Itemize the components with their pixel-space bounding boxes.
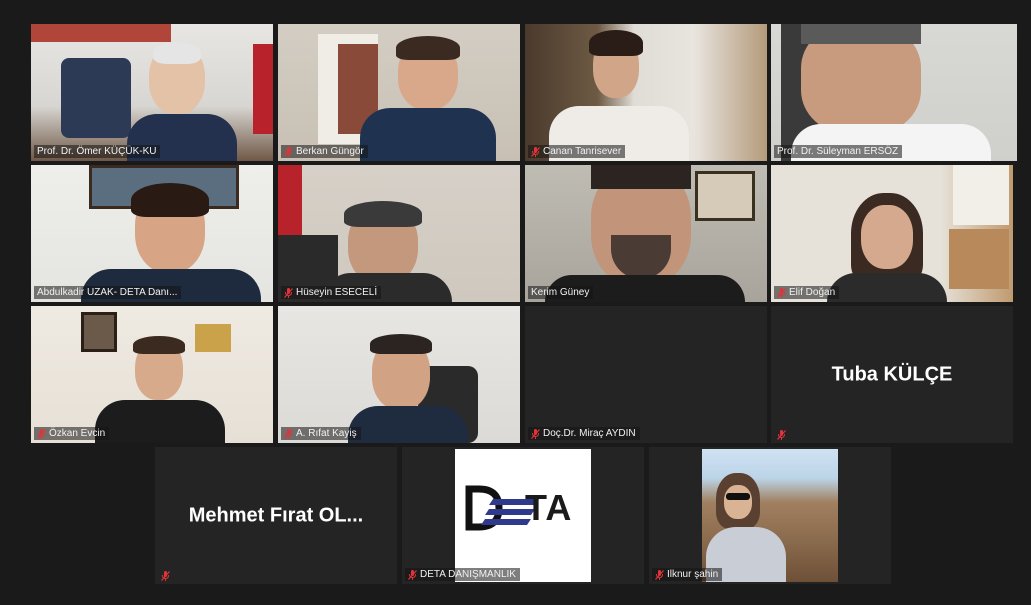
mic-muted-icon <box>531 146 540 157</box>
video-tile[interactable]: Özkan Evcin <box>31 306 273 443</box>
video-tile[interactable]: Kerim Güney <box>525 165 767 302</box>
video-tile-active-speaker[interactable]: Prof. Dr. Süleyman ERSÖZ <box>771 24 1017 161</box>
participant-display-name: Tuba KÜLÇE <box>831 363 953 385</box>
participant-name: Ilknur şahin <box>652 568 723 581</box>
participant-name: Canan Tanrisever <box>528 145 626 158</box>
participant-name: A. Rıfat Kayiş <box>281 427 361 440</box>
mic-muted-icon <box>161 571 170 581</box>
participant-name: DETA DANIŞMANLIK <box>405 568 520 581</box>
video-tile[interactable]: Abdulkadir UZAK- DETA Danı... <box>31 165 273 302</box>
video-tile[interactable]: Mehmet Fırat OL... <box>155 447 397 584</box>
participant-name: Prof. Dr. Süleyman ERSÖZ <box>774 145 903 158</box>
logo-text: TA <box>525 487 573 528</box>
participant-display-name: Mehmet Fırat OL... <box>188 504 364 526</box>
video-tile[interactable]: Doç.Dr. Miraç AYDIN <box>525 306 767 443</box>
video-gallery: Prof. Dr. Ömer KÜÇÜK-KU Berkan Güngör Ca… <box>6 6 1025 599</box>
participant-name <box>774 430 793 440</box>
mic-muted-icon <box>284 287 293 298</box>
profile-photo <box>702 449 838 582</box>
video-tile[interactable]: Prof. Dr. Ömer KÜÇÜK-KU <box>31 24 273 161</box>
mic-muted-icon <box>284 428 293 439</box>
video-tile[interactable]: TA DETA DANIŞMANLIK <box>402 447 644 584</box>
mic-muted-icon <box>655 569 664 580</box>
participant-name: Doç.Dr. Miraç AYDIN <box>528 427 640 440</box>
participant-name: Kerim Güney <box>528 286 594 299</box>
participant-name: Prof. Dr. Ömer KÜÇÜK-KU <box>34 145 161 158</box>
participant-name <box>158 571 177 581</box>
mic-muted-icon <box>37 428 46 439</box>
mic-muted-icon <box>777 287 786 298</box>
video-tile[interactable]: Elif Doğan <box>771 165 1013 302</box>
mic-muted-icon <box>284 146 293 157</box>
video-tile[interactable]: Tuba KÜLÇE <box>771 306 1013 443</box>
participant-name: Berkan Güngör <box>281 145 368 158</box>
video-tile[interactable]: A. Rıfat Kayiş <box>278 306 520 443</box>
participant-name: Elif Doğan <box>774 286 840 299</box>
video-tile[interactable]: Ilknur şahin <box>649 447 891 584</box>
deta-logo: TA <box>455 449 591 582</box>
mic-muted-icon <box>777 430 786 440</box>
video-tile[interactable]: Canan Tanrisever <box>525 24 767 161</box>
mic-muted-icon <box>531 428 540 439</box>
video-tile[interactable]: Hüseyin ESECELİ <box>278 165 520 302</box>
participant-name: Özkan Evcin <box>34 427 110 440</box>
participant-name: Abdulkadir UZAK- DETA Danı... <box>34 286 182 299</box>
video-tile[interactable]: Berkan Güngör <box>278 24 520 161</box>
participant-name: Hüseyin ESECELİ <box>281 286 382 299</box>
mic-muted-icon <box>408 569 417 580</box>
